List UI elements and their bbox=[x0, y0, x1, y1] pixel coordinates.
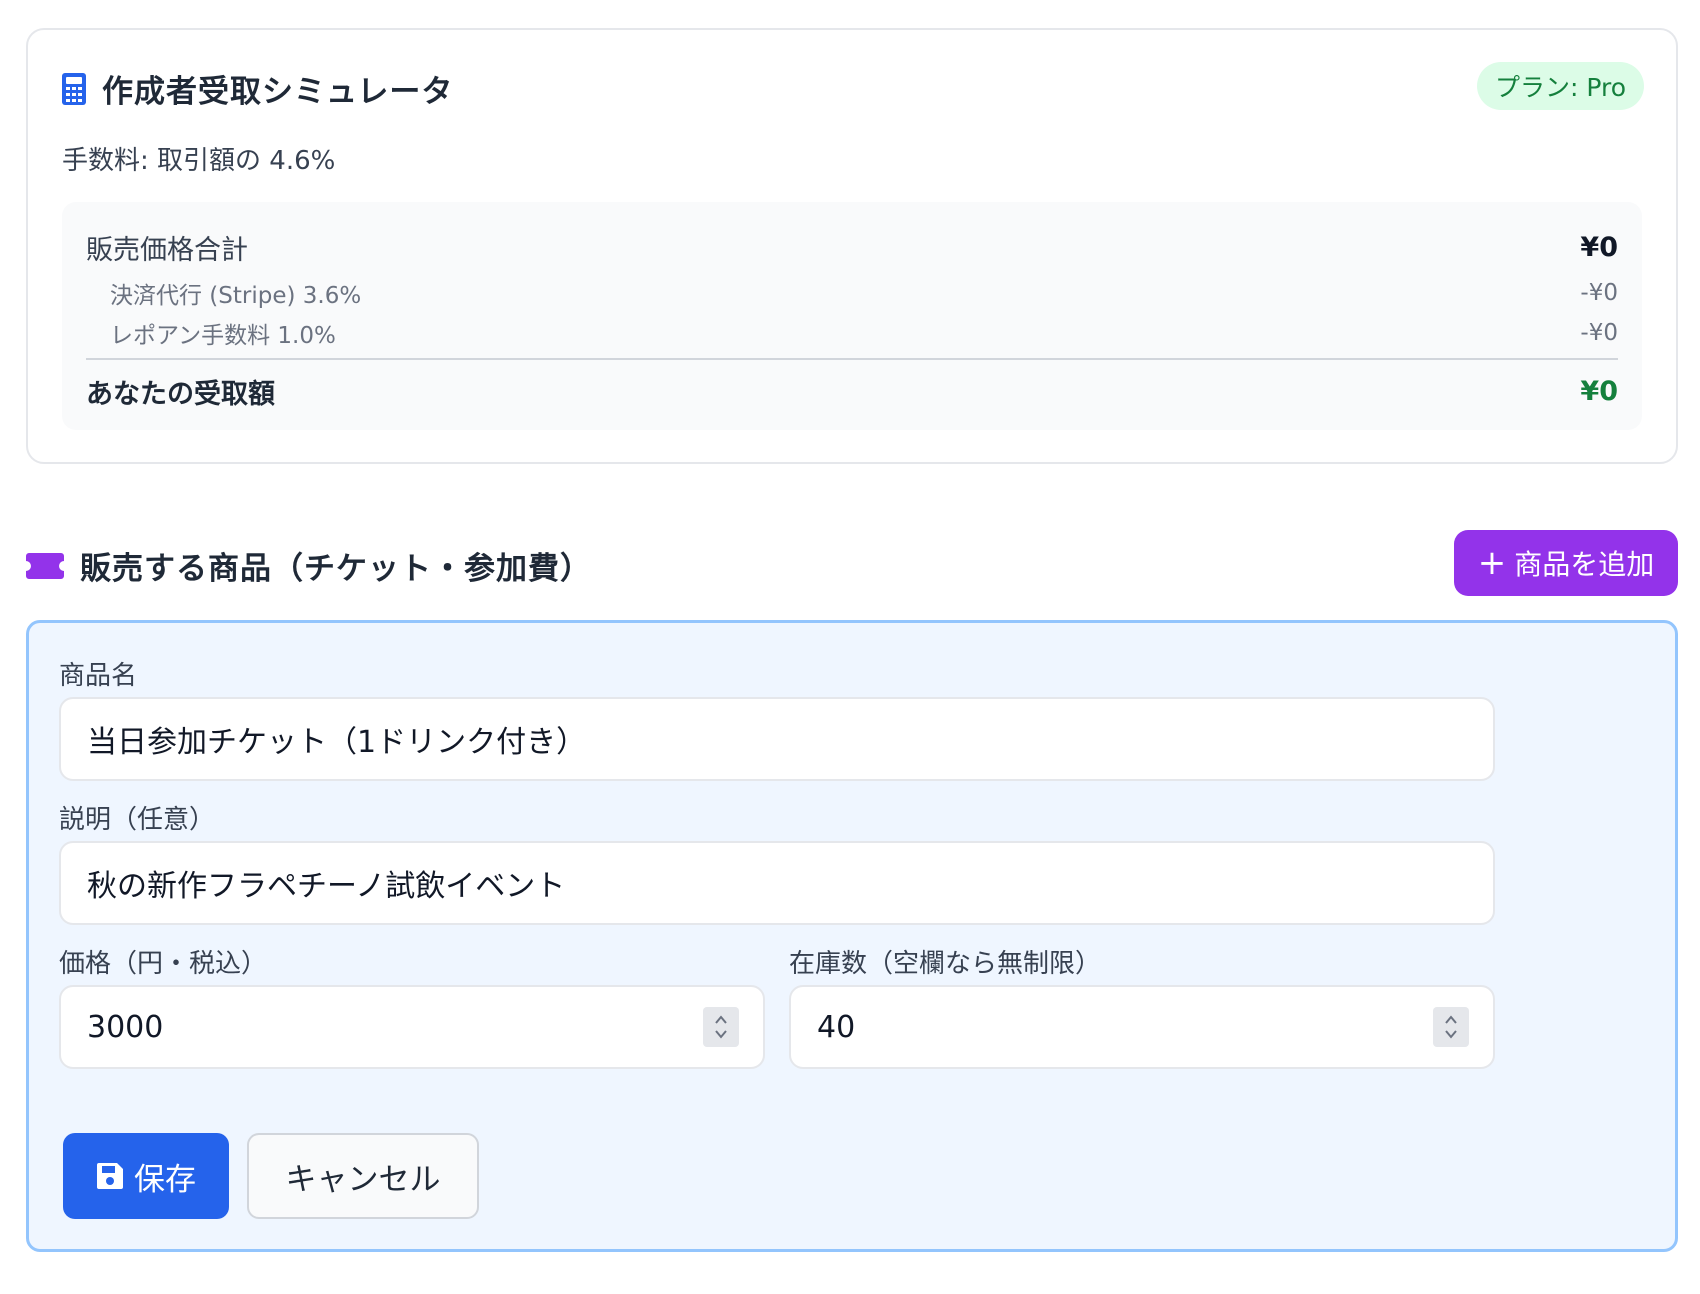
floppy-disk-icon bbox=[97, 1163, 123, 1189]
calculator-icon bbox=[62, 72, 86, 105]
net-payout-value: ¥0 bbox=[1580, 376, 1618, 407]
cancel-button[interactable]: キャンセル bbox=[247, 1133, 479, 1219]
sales-total-label: 販売価格合計 bbox=[86, 235, 248, 266]
product-edit-form: 商品名 当日参加チケット（1ドリンク付き） 説明（任意） 秋の新作フラペチーノ試… bbox=[26, 620, 1678, 1252]
product-name-input[interactable]: 当日参加チケット（1ドリンク付き） bbox=[59, 697, 1495, 781]
stripe-fee-label: 決済代行 (Stripe) 3.6% bbox=[110, 283, 362, 309]
price-input[interactable]: 3000 bbox=[59, 985, 765, 1069]
stripe-fee-value: -¥0 bbox=[1580, 280, 1618, 306]
description-value: 秋の新作フラペチーノ試飲イベント bbox=[87, 869, 566, 904]
add-product-label: 商品を追加 bbox=[1514, 548, 1655, 581]
simulator-title: 作成者受取シミュレータ bbox=[102, 74, 454, 110]
stepper-arrows-icon bbox=[715, 1015, 727, 1039]
price-stepper[interactable] bbox=[703, 1007, 739, 1047]
save-label: 保存 bbox=[134, 1161, 196, 1198]
stepper-arrows-icon bbox=[1445, 1015, 1457, 1039]
description-input[interactable]: 秋の新作フラペチーノ試飲イベント bbox=[59, 841, 1495, 925]
simulator-header: 作成者受取シミュレータ bbox=[62, 66, 453, 111]
sales-total-value: ¥0 bbox=[1580, 232, 1618, 263]
price-value: 3000 bbox=[87, 1009, 164, 1045]
product-name-value: 当日参加チケット（1ドリンク付き） bbox=[87, 725, 587, 760]
page: 作成者受取シミュレータ プラン: Pro 手数料: 取引額の 4.6% 販売価格… bbox=[0, 0, 1700, 1294]
product-name-label: 商品名 bbox=[59, 661, 138, 691]
net-payout-label: あなたの受取額 bbox=[86, 379, 275, 410]
products-header: 販売する商品（チケット・参加費） bbox=[26, 543, 592, 588]
plus-icon: + bbox=[1477, 543, 1507, 583]
plan-badge: プラン: Pro bbox=[1476, 62, 1644, 110]
payout-simulator-card: 作成者受取シミュレータ プラン: Pro 手数料: 取引額の 4.6% 販売価格… bbox=[26, 28, 1678, 464]
products-title: 販売する商品（チケット・参加費） bbox=[80, 551, 592, 587]
stripe-fee-row: 決済代行 (Stripe) 3.6% -¥0 bbox=[86, 276, 1618, 310]
breakdown-divider bbox=[86, 358, 1618, 360]
sales-total-row: 販売価格合計 ¥0 bbox=[86, 228, 1618, 267]
fee-note: 手数料: 取引額の 4.6% bbox=[62, 146, 336, 176]
description-label: 説明（任意） bbox=[59, 805, 216, 835]
net-payout-row: あなたの受取額 ¥0 bbox=[86, 372, 1618, 411]
stock-input[interactable]: 40 bbox=[789, 985, 1495, 1069]
save-button[interactable]: 保存 bbox=[63, 1133, 229, 1219]
fee-breakdown: 販売価格合計 ¥0 決済代行 (Stripe) 3.6% -¥0 レポアン手数料… bbox=[62, 202, 1642, 430]
platform-fee-value: -¥0 bbox=[1580, 320, 1618, 346]
cancel-label: キャンセル bbox=[285, 1161, 441, 1198]
stock-value: 40 bbox=[817, 1009, 856, 1045]
platform-fee-row: レポアン手数料 1.0% -¥0 bbox=[86, 316, 1618, 350]
ticket-icon bbox=[26, 552, 64, 579]
add-product-button[interactable]: + 商品を追加 bbox=[1454, 530, 1678, 596]
stock-stepper[interactable] bbox=[1433, 1007, 1469, 1047]
platform-fee-label: レポアン手数料 1.0% bbox=[110, 323, 336, 349]
stock-label: 在庫数（空欄なら無制限） bbox=[789, 949, 1102, 979]
price-label: 価格（円・税込） bbox=[59, 949, 268, 979]
